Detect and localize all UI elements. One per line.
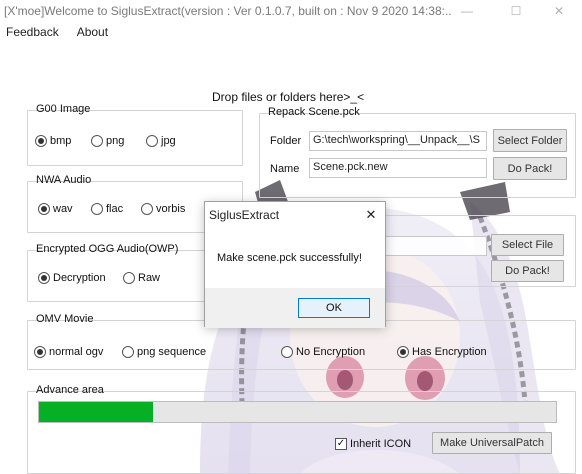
second-do-pack-button[interactable]: Do Pack! <box>491 260 564 282</box>
radio-icon <box>123 272 135 284</box>
ok-button[interactable]: OK <box>298 298 370 318</box>
window-title: [X'moe]Welcome to SiglusExtract(version … <box>4 4 452 18</box>
nwa-vorbis-radio[interactable]: vorbis <box>141 203 185 215</box>
maximize-button[interactable]: ☐ <box>493 0 539 22</box>
progress-bar <box>38 401 557 423</box>
folder-label: Folder <box>270 135 302 147</box>
radio-icon <box>281 346 293 358</box>
omv-normal-ogv-radio[interactable]: normal ogv <box>34 346 103 358</box>
ogg-group-title: Encrypted OGG Audio(OWP) <box>36 243 179 255</box>
nwa-wav-radio[interactable]: wav <box>38 203 73 215</box>
minimize-button[interactable]: — <box>444 0 490 22</box>
checkbox-checked-icon: ✓ <box>335 438 347 450</box>
omv-png-sequence-label: png sequence <box>137 346 207 358</box>
radio-selected-icon <box>38 272 50 284</box>
drop-hint: Drop files or folders here>_< <box>212 90 365 104</box>
radio-selected-icon <box>397 346 409 358</box>
select-folder-button[interactable]: Select Folder <box>493 129 567 152</box>
omv-normal-ogv-label: normal ogv <box>49 346 104 358</box>
menu-bar: Feedback About <box>0 22 582 42</box>
omv-group-title: OMV Movie <box>36 313 94 325</box>
title-bar: [X'moe]Welcome to SiglusExtract(version … <box>0 0 582 22</box>
do-pack-button[interactable]: Do Pack! <box>493 157 567 180</box>
dialog-close-icon[interactable]: ✕ <box>363 207 379 223</box>
radio-selected-icon <box>34 346 46 358</box>
radio-icon <box>141 203 153 215</box>
name-label: Name <box>270 163 300 175</box>
has-encryption-radio[interactable]: Has Encryption <box>397 346 487 358</box>
repack-group: Repack Scene.pck <box>259 106 576 198</box>
advance-group-title: Advance area <box>36 384 104 396</box>
ogg-raw-radio[interactable]: Raw <box>123 272 160 284</box>
radio-icon <box>146 135 158 147</box>
has-encryption-label: Has Encryption <box>412 346 487 358</box>
g00-bmp-label: bmp <box>50 135 72 147</box>
g00-png-label: png <box>106 135 125 147</box>
no-encryption-label: No Encryption <box>296 346 366 358</box>
ogg-decryption-radio[interactable]: Decryption <box>38 272 106 284</box>
menu-feedback[interactable]: Feedback <box>0 25 65 39</box>
dialog-title: SiglusExtract <box>209 208 280 222</box>
nwa-wav-label: wav <box>53 203 73 215</box>
radio-icon <box>122 346 134 358</box>
ogg-decryption-label: Decryption <box>53 272 106 284</box>
message-dialog: SiglusExtract ✕ Make scene.pck successfu… <box>204 201 386 328</box>
progress-bar-fill <box>39 402 153 422</box>
g00-jpg-label: jpg <box>161 135 176 147</box>
nwa-vorbis-label: vorbis <box>156 203 186 215</box>
g00-bmp-radio[interactable]: bmp <box>35 135 71 147</box>
file-path-field[interactable] <box>385 236 487 256</box>
pack-name-field[interactable]: Scene.pck.new <box>309 158 487 178</box>
no-encryption-radio[interactable]: No Encryption <box>281 346 365 358</box>
omv-png-sequence-radio[interactable]: png sequence <box>122 346 206 358</box>
nwa-flac-radio[interactable]: flac <box>91 203 123 215</box>
radio-icon <box>91 135 103 147</box>
select-file-button[interactable]: Select File <box>491 234 564 256</box>
dialog-footer: OK <box>205 288 385 328</box>
radio-selected-icon <box>38 203 50 215</box>
folder-path-field[interactable]: G:\tech\workspring\__Unpack__\S <box>309 131 487 151</box>
inherit-icon-label: Inherit ICON <box>350 438 412 450</box>
ogg-raw-label: Raw <box>138 272 161 284</box>
g00-group-title: G00 Image <box>36 103 91 115</box>
dialog-message: Make scene.pck successfully! <box>217 252 362 264</box>
menu-about[interactable]: About <box>65 25 114 39</box>
make-universal-patch-button[interactable]: Make UniversalPatch <box>432 432 552 454</box>
radio-icon <box>91 203 103 215</box>
radio-selected-icon <box>35 135 47 147</box>
nwa-group-title: NWA Audio <box>36 174 92 186</box>
inherit-icon-checkbox[interactable]: ✓ Inherit ICON <box>335 438 411 450</box>
g00-png-radio[interactable]: png <box>91 135 124 147</box>
close-window-button[interactable]: ✕ <box>536 0 582 22</box>
nwa-flac-label: flac <box>106 203 124 215</box>
g00-jpg-radio[interactable]: jpg <box>146 135 176 147</box>
repack-group-title: Repack Scene.pck <box>268 106 360 118</box>
